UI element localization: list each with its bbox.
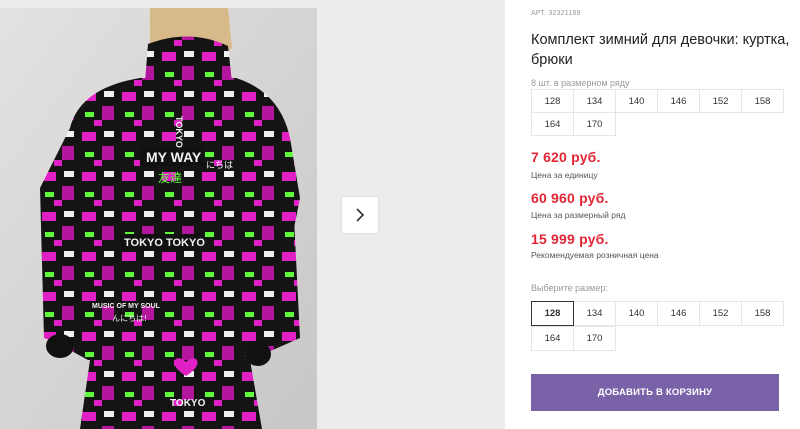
unit-price: 7 620 руб.	[531, 149, 601, 165]
size-option[interactable]: 152	[699, 301, 742, 326]
svg-text:MUSIC OF MY SOUL: MUSIC OF MY SOUL	[92, 303, 161, 310]
product-photo[interactable]: MY WAY 友達 にちは TOKYO TOKYO MUSIC OF MY SO…	[0, 8, 317, 429]
choose-size-label: Выберите размер:	[531, 283, 608, 293]
range-size-cell: 170	[573, 112, 616, 136]
size-option[interactable]: 164	[531, 326, 574, 351]
size-range-label: 8 шт. в размерном ряду	[531, 78, 630, 88]
size-range-grid-row2: 164 170	[531, 112, 783, 136]
range-price: 60 960 руб.	[531, 190, 609, 206]
product-title: Комплект зимний для девочки: куртка, брю…	[531, 32, 790, 68]
size-option[interactable]: 134	[573, 301, 616, 326]
range-size-cell: 146	[657, 89, 700, 113]
add-to-cart-button[interactable]: ДОБАВИТЬ В КОРЗИНУ	[531, 374, 779, 411]
range-size-cell: 152	[699, 89, 742, 113]
chevron-right-icon	[356, 208, 365, 222]
article-number: АРТ. 32321189	[531, 10, 581, 17]
svg-text:TOKYO TOKYO: TOKYO TOKYO	[124, 237, 205, 249]
svg-text:TOKYO: TOKYO	[170, 398, 206, 409]
retail-price: 15 999 руб.	[531, 231, 609, 247]
range-size-cell: 134	[573, 89, 616, 113]
size-range-grid: 128 134 140 146 152 158	[531, 89, 784, 113]
range-size-cell: 128	[531, 89, 574, 113]
size-option[interactable]: 146	[657, 301, 700, 326]
product-gallery: MY WAY 友達 にちは TOKYO TOKYO MUSIC OF MY SO…	[0, 0, 505, 429]
size-option-selected[interactable]: 128	[531, 301, 574, 326]
retail-price-label: Рекомендуемая розничная цена	[531, 250, 659, 260]
svg-text:TOKYO: TOKYO	[174, 116, 184, 148]
svg-text:MY WAY: MY WAY	[146, 149, 202, 165]
svg-text:んにちは!: んにちは!	[112, 314, 147, 323]
size-option[interactable]: 140	[615, 301, 658, 326]
range-size-cell: 158	[741, 89, 784, 113]
next-image-button[interactable]	[341, 196, 379, 234]
svg-text:友達: 友達	[158, 171, 182, 185]
size-option[interactable]: 170	[573, 326, 616, 351]
size-picker: 128 134 140 146 152 158	[531, 301, 784, 326]
svg-text:にちは: にちは	[206, 160, 233, 171]
unit-price-label: Цена за единицу	[531, 170, 598, 180]
size-picker-row2: 164 170	[531, 326, 783, 351]
range-price-label: Цена за размерный ряд	[531, 210, 626, 220]
size-option[interactable]: 158	[741, 301, 784, 326]
range-size-cell: 140	[615, 89, 658, 113]
range-size-cell: 164	[531, 112, 574, 136]
